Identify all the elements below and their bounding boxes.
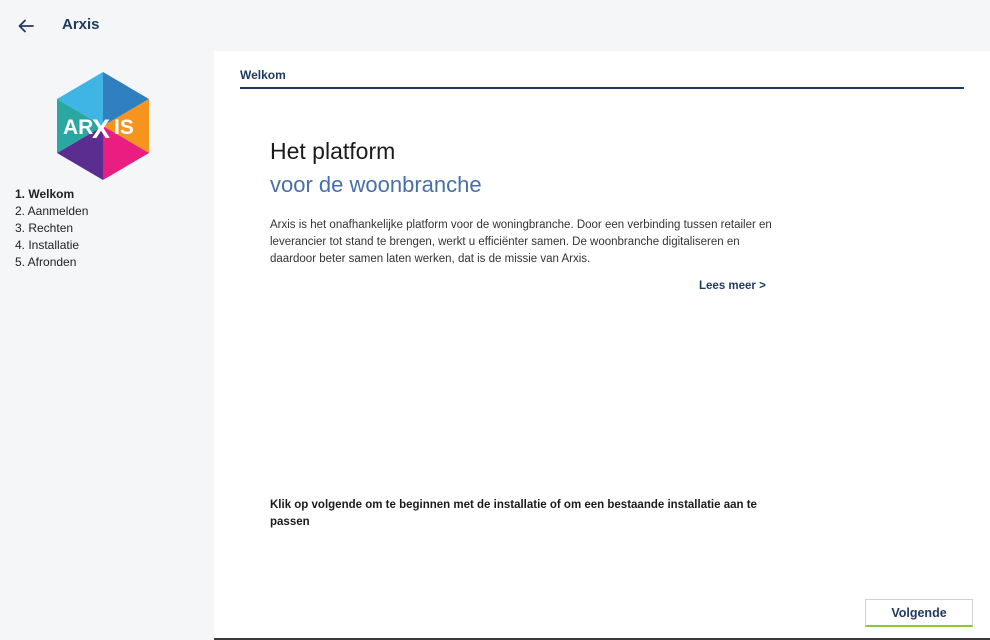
logo-text-left: AR	[63, 116, 93, 139]
title-bar: Arxis	[0, 0, 990, 51]
step-aanmelden: 2. Aanmelden	[15, 204, 89, 218]
logo-text-x: X	[92, 114, 110, 144]
instruction-text: Klik op volgende om te beginnen met de i…	[270, 499, 757, 528]
heading-primary: Het platform	[270, 138, 396, 164]
step-afronden: 5. Afronden	[15, 255, 77, 269]
step-list: 1. Welkom 2. Aanmelden 3. Rechten 4. Ins…	[15, 186, 88, 271]
read-more-link[interactable]: Lees meer >	[699, 280, 766, 292]
step-installatie: 4. Installatie	[15, 238, 80, 252]
intro-text: Arxis is het onafhankelijke platform voo…	[270, 219, 772, 265]
tab-header: Welkom	[240, 66, 964, 89]
step-rechten: 3. Rechten	[15, 221, 74, 235]
heading-secondary: voor de woonbranche	[270, 172, 482, 197]
step-welkom: 1. Welkom	[15, 187, 75, 201]
main-content: Welkom Het platform voor de woonbranche …	[214, 51, 990, 638]
app-title: Arxis	[62, 16, 100, 33]
arrow-left-icon	[18, 19, 34, 33]
sidebar: AR X IS 1. Welkom 2. Aanmelden 3. Rechte…	[0, 51, 214, 640]
next-button[interactable]: Volgende	[865, 599, 973, 627]
logo-text-right: IS	[114, 116, 134, 139]
back-button[interactable]	[14, 14, 38, 38]
tab-welkom: Welkom	[240, 68, 286, 82]
arxis-logo: AR X IS	[57, 72, 149, 180]
